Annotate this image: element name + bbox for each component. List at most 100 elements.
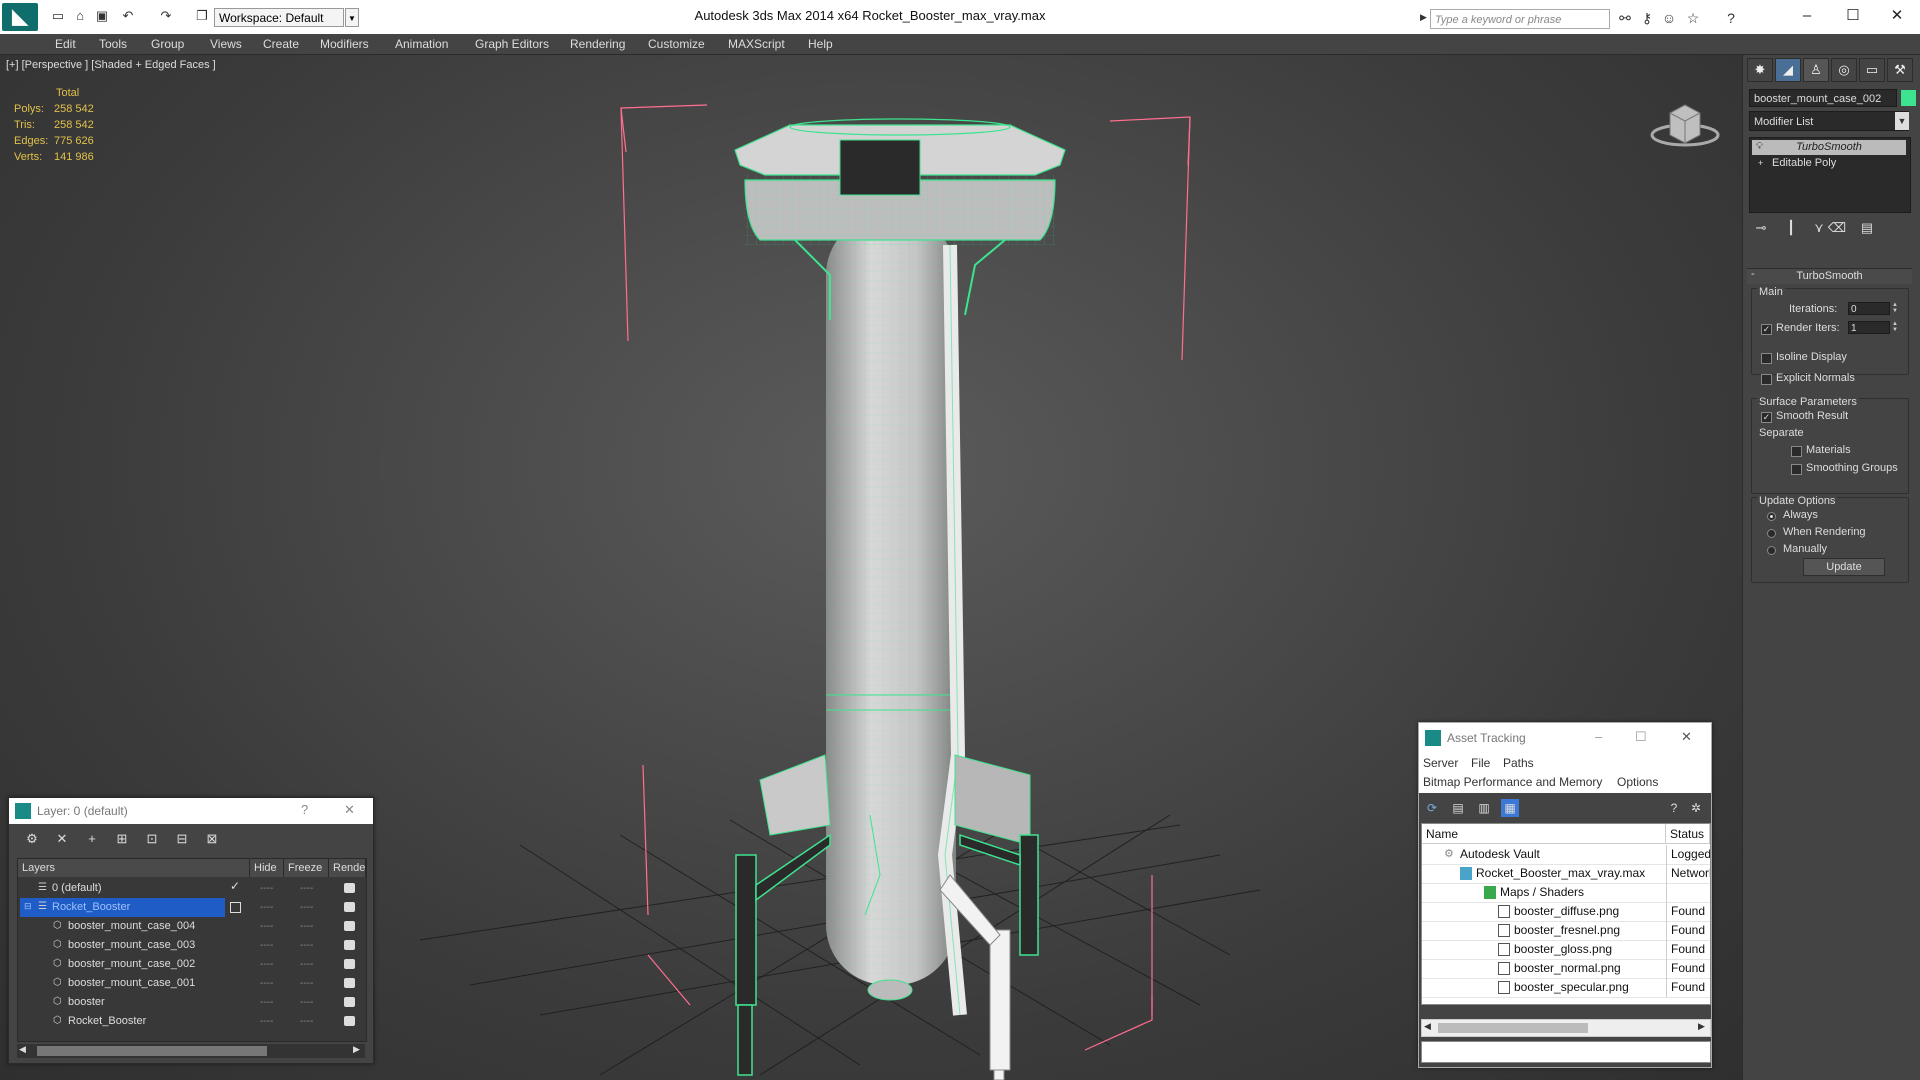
menu-modifiers[interactable]: Modifiers	[320, 34, 369, 54]
teapot-icon[interactable]	[344, 997, 355, 1007]
lightbulb-icon[interactable]: 💡︎	[1756, 141, 1763, 152]
chevron-right-icon[interactable]: ▶	[1420, 12, 1427, 23]
asset-row[interactable]: ⚙ Autodesk Vault Logged	[1422, 845, 1710, 865]
close-button[interactable]: ✕	[344, 802, 355, 818]
manually-radio[interactable]	[1767, 546, 1776, 555]
save-file-icon[interactable]: ▣	[94, 9, 110, 23]
hide-toggle[interactable]: ----	[260, 955, 273, 974]
explicit-normals-checkbox[interactable]	[1761, 374, 1772, 385]
menu-bitmap-performance[interactable]: Bitmap Performance and Memory	[1423, 775, 1602, 789]
menu-edit[interactable]: Edit	[55, 34, 76, 54]
close-button[interactable]: ✕	[1681, 729, 1692, 745]
tree-view-icon[interactable]: ▥	[1475, 799, 1493, 817]
open-file-icon[interactable]: ⌂	[72, 9, 88, 23]
menu-file[interactable]: File	[1471, 756, 1490, 770]
star-icon[interactable]: ☆	[1684, 10, 1702, 26]
column-header-hide[interactable]: Hide	[250, 859, 284, 877]
asset-row[interactable]: booster_gloss.png Found	[1422, 940, 1710, 960]
project-folder-icon[interactable]: ❐	[194, 9, 210, 23]
teapot-icon[interactable]	[344, 921, 355, 931]
hide-toggle[interactable]: ----	[260, 898, 273, 917]
scroll-right-icon[interactable]: ▶	[1698, 1021, 1705, 1032]
stack-item-editable-poly[interactable]: Editable Poly	[1752, 156, 1906, 171]
update-button[interactable]: Update	[1803, 558, 1885, 576]
undo-icon[interactable]: ↶	[120, 9, 136, 23]
freeze-toggle[interactable]: ----	[300, 917, 313, 936]
column-header-render[interactable]: Rende	[329, 859, 366, 877]
new-file-icon[interactable]: ▭	[50, 9, 66, 23]
help-icon[interactable]: ?	[1722, 10, 1740, 26]
object-color-swatch[interactable]	[1901, 90, 1916, 106]
teapot-icon[interactable]	[344, 959, 355, 969]
minimize-button[interactable]: –	[1595, 729, 1602, 744]
stack-item-turbosmooth[interactable]: TurboSmooth	[1752, 140, 1906, 155]
asset-row[interactable]: booster_normal.png Found	[1422, 959, 1710, 979]
modify-tab-icon[interactable]: ◢	[1775, 58, 1801, 82]
workspace-dropdown[interactable]: Workspace: Default	[214, 8, 344, 27]
delete-layer-icon[interactable]: ✕	[53, 830, 71, 848]
freeze-toggle[interactable]: ----	[300, 993, 313, 1012]
create-layer-icon[interactable]: +	[83, 830, 101, 848]
chevron-down-icon[interactable]: ▼	[1895, 112, 1909, 130]
layer-row[interactable]: ⬡ booster_mount_case_003 ---- ----	[18, 936, 366, 955]
freeze-toggle[interactable]: ----	[300, 1012, 313, 1031]
viewcube-icon[interactable]	[1650, 93, 1720, 153]
layer-row[interactable]: ☰ 0 (default) ✓ ---- ----	[18, 879, 366, 898]
isoline-display-checkbox[interactable]	[1761, 353, 1772, 364]
menu-tools[interactable]: Tools	[99, 34, 127, 54]
menu-help[interactable]: Help	[808, 34, 833, 54]
menu-maxscript[interactable]: MAXScript	[728, 34, 785, 54]
menu-server[interactable]: Server	[1423, 756, 1458, 770]
layer-row[interactable]: ⊟ ☰ Rocket_Booster ---- ----	[18, 898, 366, 917]
table-view-icon[interactable]: ▦	[1501, 799, 1519, 817]
scrollbar-thumb[interactable]	[1438, 1023, 1588, 1033]
modifier-list-dropdown[interactable]: Modifier List	[1749, 111, 1909, 131]
binoculars-icon[interactable]: ⚯	[1616, 10, 1634, 26]
menu-paths[interactable]: Paths	[1503, 756, 1534, 770]
motion-tab-icon[interactable]: ◎	[1831, 58, 1857, 82]
utilities-tab-icon[interactable]: ⚒	[1887, 58, 1913, 82]
hide-toggle[interactable]: ----	[260, 1012, 273, 1031]
minimize-button[interactable]: –	[1784, 4, 1830, 28]
asset-row[interactable]: booster_diffuse.png Found	[1422, 902, 1710, 922]
column-header-name[interactable]: Name	[1422, 824, 1666, 844]
scrollbar-thumb[interactable]	[37, 1046, 267, 1056]
configure-modifier-sets-icon[interactable]: ▤	[1857, 219, 1877, 237]
teapot-icon[interactable]	[344, 940, 355, 950]
collapse-icon[interactable]: -	[1751, 268, 1755, 280]
freeze-toggle[interactable]: ----	[300, 936, 313, 955]
menu-views[interactable]: Views	[210, 34, 242, 54]
freeze-toggle[interactable]: ----	[300, 879, 313, 898]
hide-all-layers-icon[interactable]: ⊠	[203, 830, 221, 848]
freeze-toggle[interactable]: ----	[300, 974, 313, 993]
maximize-button[interactable]: ☐	[1830, 4, 1876, 28]
display-tab-icon[interactable]: ▭	[1859, 58, 1885, 82]
smooth-result-checkbox[interactable]: ✓	[1761, 412, 1772, 423]
asset-path-field[interactable]	[1421, 1041, 1711, 1063]
layer-window-titlebar[interactable]: Layer: 0 (default) ? ✕	[9, 798, 373, 824]
scroll-left-icon[interactable]: ◀	[1424, 1021, 1431, 1032]
asset-row[interactable]: booster_specular.png Found	[1422, 978, 1710, 998]
spinner-arrows-icon[interactable]: ▲ ▼	[1891, 321, 1899, 334]
list-view-icon[interactable]: ▤	[1449, 799, 1467, 817]
layer-row[interactable]: ⬡ Rocket_Booster ---- ----	[18, 1012, 366, 1031]
layer-row[interactable]: ⬡ booster_mount_case_004 ---- ----	[18, 917, 366, 936]
freeze-toggle[interactable]: ----	[300, 955, 313, 974]
asset-row[interactable]: Maps / Shaders	[1422, 883, 1710, 903]
menu-options[interactable]: Options	[1617, 775, 1658, 789]
add-to-layer-icon[interactable]: ⊞	[113, 830, 131, 848]
smoothing-groups-checkbox[interactable]	[1791, 464, 1802, 475]
column-header-layers[interactable]: Layers	[18, 859, 250, 877]
layer-row[interactable]: ⬡ booster_mount_case_001 ---- ----	[18, 974, 366, 993]
render-iters-checkbox[interactable]: ✓	[1761, 324, 1772, 335]
help-button[interactable]: ?	[301, 802, 308, 817]
pin-stack-icon[interactable]: ⊸	[1751, 219, 1771, 237]
make-unique-icon[interactable]: ⋎	[1809, 219, 1829, 237]
menu-graph-editors[interactable]: Graph Editors	[475, 34, 549, 54]
hide-toggle[interactable]: ----	[260, 879, 273, 898]
materials-checkbox[interactable]	[1791, 446, 1802, 457]
refresh-icon[interactable]: ⟳	[1423, 799, 1441, 817]
always-radio[interactable]	[1767, 512, 1776, 521]
person-icon[interactable]: ☺	[1660, 10, 1678, 26]
collapse-icon[interactable]: ⊟	[24, 901, 32, 912]
